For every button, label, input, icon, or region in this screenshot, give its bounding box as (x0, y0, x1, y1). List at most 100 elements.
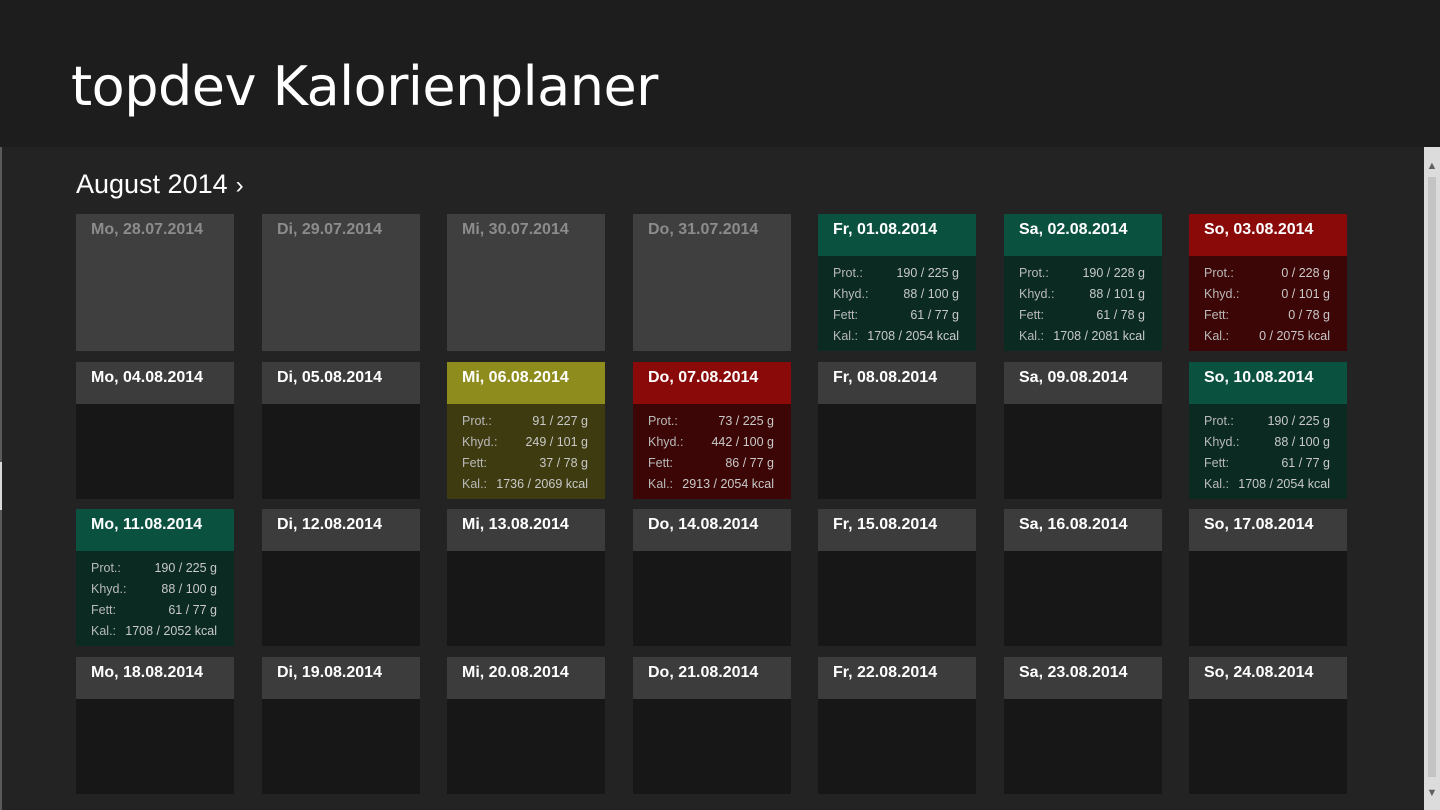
nutrition-label: Khyd.: (1204, 435, 1240, 449)
day-date: So, 17.08.2014 (1189, 509, 1347, 551)
day-tile[interactable]: Do, 31.07.2014 (633, 214, 791, 351)
day-date: Mi, 30.07.2014 (447, 214, 605, 256)
day-date: Fr, 01.08.2014 (818, 214, 976, 256)
day-tile[interactable]: Mi, 13.08.2014 (447, 509, 605, 646)
day-tile[interactable]: Di, 12.08.2014 (262, 509, 420, 646)
day-nutrition (1004, 699, 1162, 794)
nutrition-value: 88 / 101 g (1089, 287, 1145, 301)
day-nutrition: Prot.: 91 / 227 g Khyd.: 249 / 101 g Fett: 37… (447, 404, 605, 499)
day-date: Di, 19.08.2014 (262, 657, 420, 699)
nutrition-label: Prot.: (1204, 414, 1234, 428)
day-date: So, 10.08.2014 (1189, 362, 1347, 404)
vertical-scrollbar[interactable]: ▲ ▼ (1424, 147, 1440, 810)
nutrition-label: Fett: (462, 456, 488, 470)
day-tile[interactable]: Di, 19.08.2014 (262, 657, 420, 794)
day-nutrition (1189, 699, 1347, 794)
day-date: Di, 29.07.2014 (262, 214, 420, 256)
day-tile[interactable]: Do, 07.08.2014 Prot.: 73 / 225 g Khyd.: 442 … (633, 362, 791, 499)
nutrition-value: 61 / 78 g (1096, 308, 1145, 322)
chevron-right-icon: › (235, 172, 244, 199)
nutrition-label: Kal.: (1019, 329, 1045, 343)
day-date: Mi, 20.08.2014 (447, 657, 605, 699)
day-tile[interactable]: Fr, 15.08.2014 (818, 509, 976, 646)
nutrition-label: Prot.: (1204, 266, 1234, 280)
nutrition-value: 249 / 101 g (525, 435, 588, 449)
day-tile[interactable]: Sa, 09.08.2014 (1004, 362, 1162, 499)
nutrition-row-carbs: Khyd.: 88 / 100 g (91, 579, 217, 600)
nutrition-label: Fett: (91, 603, 117, 617)
month-label: August 2014 (76, 169, 228, 199)
day-tile[interactable]: Do, 21.08.2014 (633, 657, 791, 794)
day-tile[interactable]: Di, 29.07.2014 (262, 214, 420, 351)
day-tile[interactable]: Fr, 01.08.2014 Prot.: 190 / 225 g Khyd.: 88 … (818, 214, 976, 351)
scroll-down-icon[interactable]: ▼ (1424, 784, 1440, 802)
nutrition-row-fat: Fett: 61 / 78 g (1019, 305, 1145, 326)
nutrition-row-calories: Kal.: 0 / 2075 kcal (1204, 326, 1330, 347)
day-nutrition (1004, 404, 1162, 499)
day-date: Fr, 15.08.2014 (818, 509, 976, 551)
day-nutrition (818, 699, 976, 794)
nutrition-value: 2913 / 2054 kcal (682, 477, 774, 491)
month-navigation[interactable]: August 2014 › (76, 167, 244, 203)
nutrition-row-protein: Prot.: 190 / 225 g (1204, 411, 1330, 432)
nutrition-value: 1708 / 2052 kcal (125, 624, 217, 638)
day-tile[interactable]: Sa, 16.08.2014 (1004, 509, 1162, 646)
day-date: Do, 31.07.2014 (633, 214, 791, 256)
day-tile[interactable]: Mo, 04.08.2014 (76, 362, 234, 499)
day-tile[interactable]: So, 24.08.2014 (1189, 657, 1347, 794)
nutrition-value: 61 / 77 g (168, 603, 217, 617)
day-tile[interactable]: So, 17.08.2014 (1189, 509, 1347, 646)
nutrition-label: Kal.: (1204, 477, 1230, 491)
day-tile[interactable]: Sa, 02.08.2014 Prot.: 190 / 228 g Khyd.: 88 … (1004, 214, 1162, 351)
day-nutrition (76, 404, 234, 499)
nutrition-value: 190 / 225 g (896, 266, 959, 280)
scroll-up-icon[interactable]: ▲ (1424, 157, 1440, 175)
day-tile[interactable]: Mi, 30.07.2014 (447, 214, 605, 351)
nutrition-row-fat: Fett: 61 / 77 g (833, 305, 959, 326)
day-nutrition: Prot.: 0 / 228 g Khyd.: 0 / 101 g Fett: 0 / 7… (1189, 256, 1347, 351)
day-date: Fr, 08.08.2014 (818, 362, 976, 404)
day-date: Do, 21.08.2014 (633, 657, 791, 699)
day-tile[interactable]: Fr, 22.08.2014 (818, 657, 976, 794)
nutrition-row-carbs: Khyd.: 442 / 100 g (648, 432, 774, 453)
day-date: Do, 07.08.2014 (633, 362, 791, 404)
nutrition-label: Kal.: (648, 477, 674, 491)
day-tile[interactable]: Do, 14.08.2014 (633, 509, 791, 646)
day-tile[interactable]: Mo, 18.08.2014 (76, 657, 234, 794)
app-header: topdev Kalorienplaner (0, 0, 1440, 147)
scrollbar-thumb[interactable] (1428, 177, 1436, 777)
nutrition-value: 0 / 101 g (1281, 287, 1330, 301)
day-date: Mo, 18.08.2014 (76, 657, 234, 699)
app-title: topdev Kalorienplaner (71, 55, 658, 118)
nutrition-row-calories: Kal.: 1708 / 2054 kcal (1204, 474, 1330, 495)
day-tile[interactable]: So, 03.08.2014 Prot.: 0 / 228 g Khyd.: 0 / 1… (1189, 214, 1347, 351)
nutrition-label: Khyd.: (648, 435, 684, 449)
day-tile[interactable]: Mo, 28.07.2014 (76, 214, 234, 351)
day-tile[interactable]: Mi, 06.08.2014 Prot.: 91 / 227 g Khyd.: 249 … (447, 362, 605, 499)
app-window: topdev Kalorienplaner August 2014 › Mo, 2… (0, 0, 1440, 810)
day-tile[interactable]: Mi, 20.08.2014 (447, 657, 605, 794)
day-date: Mi, 13.08.2014 (447, 509, 605, 551)
day-date: Mo, 11.08.2014 (76, 509, 234, 551)
day-tile[interactable]: Sa, 23.08.2014 (1004, 657, 1162, 794)
day-tile[interactable]: Di, 05.08.2014 (262, 362, 420, 499)
day-tile[interactable]: Mo, 11.08.2014 Prot.: 190 / 225 g Khyd.: 88 … (76, 509, 234, 646)
nutrition-row-fat: Fett: 37 / 78 g (462, 453, 588, 474)
nutrition-value: 1708 / 2081 kcal (1053, 329, 1145, 343)
day-nutrition (262, 404, 420, 499)
day-nutrition (447, 256, 605, 351)
day-nutrition (447, 699, 605, 794)
nutrition-label: Kal.: (1204, 329, 1230, 343)
nutrition-value: 0 / 78 g (1288, 308, 1330, 322)
nutrition-label: Khyd.: (91, 582, 127, 596)
day-date: Mo, 28.07.2014 (76, 214, 234, 256)
day-nutrition (633, 551, 791, 646)
day-tile[interactable]: Fr, 08.08.2014 (818, 362, 976, 499)
day-nutrition: Prot.: 190 / 225 g Khyd.: 88 / 100 g Fett: 61… (76, 551, 234, 646)
nutrition-row-carbs: Khyd.: 0 / 101 g (1204, 284, 1330, 305)
day-tile[interactable]: So, 10.08.2014 Prot.: 190 / 225 g Khyd.: 88 … (1189, 362, 1347, 499)
nutrition-row-fat: Fett: 0 / 78 g (1204, 305, 1330, 326)
day-nutrition (1189, 551, 1347, 646)
nutrition-label: Prot.: (648, 414, 678, 428)
nutrition-label: Fett: (1019, 308, 1045, 322)
